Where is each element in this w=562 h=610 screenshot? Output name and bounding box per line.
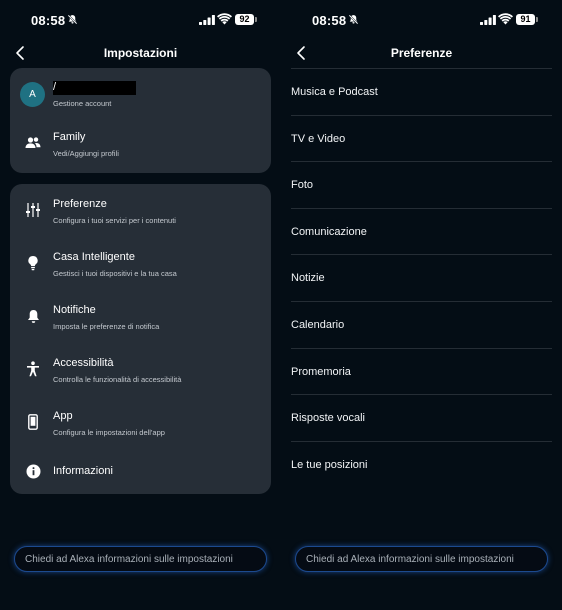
ask-alexa-field[interactable] bbox=[295, 546, 548, 572]
list-item-calendario[interactable]: Calendario bbox=[291, 300, 552, 348]
status-bar: 08:58 92 bbox=[0, 0, 281, 40]
menu-item-subtitle: Gestisci i tuoi dispositivi e la tua cas… bbox=[53, 269, 177, 278]
battery-tip bbox=[536, 17, 538, 22]
list-item-label: Risposte vocali bbox=[291, 412, 365, 425]
ask-alexa-input[interactable] bbox=[25, 553, 266, 565]
phone-icon bbox=[22, 411, 44, 433]
list-item-notizie[interactable]: Notizie bbox=[291, 254, 552, 301]
status-time: 08:58 bbox=[312, 13, 347, 28]
list-item-promemoria[interactable]: Promemoria bbox=[291, 347, 552, 395]
list-item-label: TV e Video bbox=[291, 132, 346, 145]
menu-item-label: Accessibilità bbox=[53, 357, 114, 369]
list-item-label: Le tue posizioni bbox=[291, 458, 368, 471]
list-item-label: Musica e Podcast bbox=[291, 86, 378, 98]
menu-item-app[interactable]: App Configura le impostazioni dell'app bbox=[10, 401, 271, 451]
menu-item-accessibilita[interactable]: Accessibilità Controlla le funzionalità … bbox=[10, 348, 271, 398]
signal-icon bbox=[199, 15, 215, 25]
redacted-name bbox=[53, 81, 136, 95]
settings-screen: 08:58 92 Impostazioni A / Gestione accou… bbox=[0, 0, 281, 610]
menu-item-preferenze[interactable]: Preferenze Configura i tuoi servizi per … bbox=[10, 189, 271, 239]
list-item-comunicazione[interactable]: Comunicazione bbox=[291, 207, 552, 255]
page-title: Preferenze bbox=[390, 46, 453, 60]
family-label: Family bbox=[53, 131, 86, 143]
status-bar: 08:58 91 bbox=[281, 0, 562, 40]
signal-icon bbox=[480, 15, 496, 25]
ask-alexa-input[interactable] bbox=[306, 553, 547, 565]
muted-bell-icon bbox=[67, 14, 78, 25]
settings-menu-card: Preferenze Configura i tuoi servizi per … bbox=[10, 184, 271, 494]
wifi-icon bbox=[498, 13, 513, 25]
family-subtitle: Vedi/Aggiungi profili bbox=[53, 149, 119, 158]
preferences-screen: 08:58 91 Preferenze Musica e Podcast TV … bbox=[281, 0, 562, 610]
menu-item-label: App bbox=[53, 410, 73, 422]
list-item-label: Foto bbox=[291, 179, 314, 192]
lightbulb-icon bbox=[22, 252, 44, 274]
preferences-list: Musica e Podcast TV e Video Foto Comunic… bbox=[291, 68, 552, 487]
family-row[interactable]: Family Vedi/Aggiungi profili bbox=[10, 121, 271, 171]
menu-item-casa-intelligente[interactable]: Casa Intelligente Gestisci i tuoi dispos… bbox=[10, 242, 271, 292]
list-item-tv-video[interactable]: TV e Video bbox=[291, 114, 552, 162]
menu-item-subtitle: Configura i tuoi servizi per i contenuti bbox=[53, 216, 176, 225]
list-item-foto[interactable]: Foto bbox=[291, 161, 552, 208]
accessibility-icon bbox=[22, 358, 44, 380]
avatar: A bbox=[20, 82, 45, 107]
menu-item-label: Preferenze bbox=[53, 198, 107, 210]
menu-item-notifiche[interactable]: Notifiche Imposta le preferenze di notif… bbox=[10, 295, 271, 345]
people-icon bbox=[22, 132, 44, 154]
ask-alexa-field[interactable] bbox=[14, 546, 267, 572]
status-time: 08:58 bbox=[31, 13, 66, 28]
menu-item-subtitle: Imposta le preferenze di notifica bbox=[53, 322, 160, 331]
battery-indicator: 92 bbox=[235, 14, 254, 25]
muted-bell-icon bbox=[348, 14, 359, 25]
list-item-risposte-vocali[interactable]: Risposte vocali bbox=[291, 394, 552, 441]
list-item-musica-podcast[interactable]: Musica e Podcast bbox=[291, 68, 552, 115]
menu-item-label: Casa Intelligente bbox=[53, 251, 135, 263]
account-name: / bbox=[53, 81, 57, 93]
wifi-icon bbox=[217, 13, 232, 25]
menu-item-informazioni[interactable]: Informazioni bbox=[10, 452, 271, 502]
bell-icon bbox=[22, 305, 44, 327]
info-icon bbox=[22, 460, 44, 482]
battery-tip bbox=[255, 17, 257, 22]
battery-indicator: 91 bbox=[516, 14, 535, 25]
menu-item-subtitle: Controlla le funzionalità di accessibili… bbox=[53, 375, 182, 384]
list-item-label: Calendario bbox=[291, 318, 345, 331]
list-item-label: Promemoria bbox=[291, 365, 351, 378]
account-card: A / Gestione account Family Vedi/Aggiung… bbox=[10, 68, 271, 173]
list-item-label: Comunicazione bbox=[291, 225, 367, 238]
list-item-label: Notizie bbox=[291, 272, 325, 285]
sliders-icon bbox=[22, 199, 44, 221]
page-title: Impostazioni bbox=[103, 46, 178, 60]
account-subtitle: Gestione account bbox=[53, 99, 112, 108]
list-item-posizioni[interactable]: Le tue posizioni bbox=[291, 440, 552, 488]
menu-item-label: Notifiche bbox=[53, 304, 96, 316]
account-row[interactable]: A / Gestione account bbox=[10, 68, 271, 118]
menu-item-label: Informazioni bbox=[53, 465, 113, 477]
menu-item-subtitle: Configura le impostazioni dell'app bbox=[53, 428, 165, 437]
